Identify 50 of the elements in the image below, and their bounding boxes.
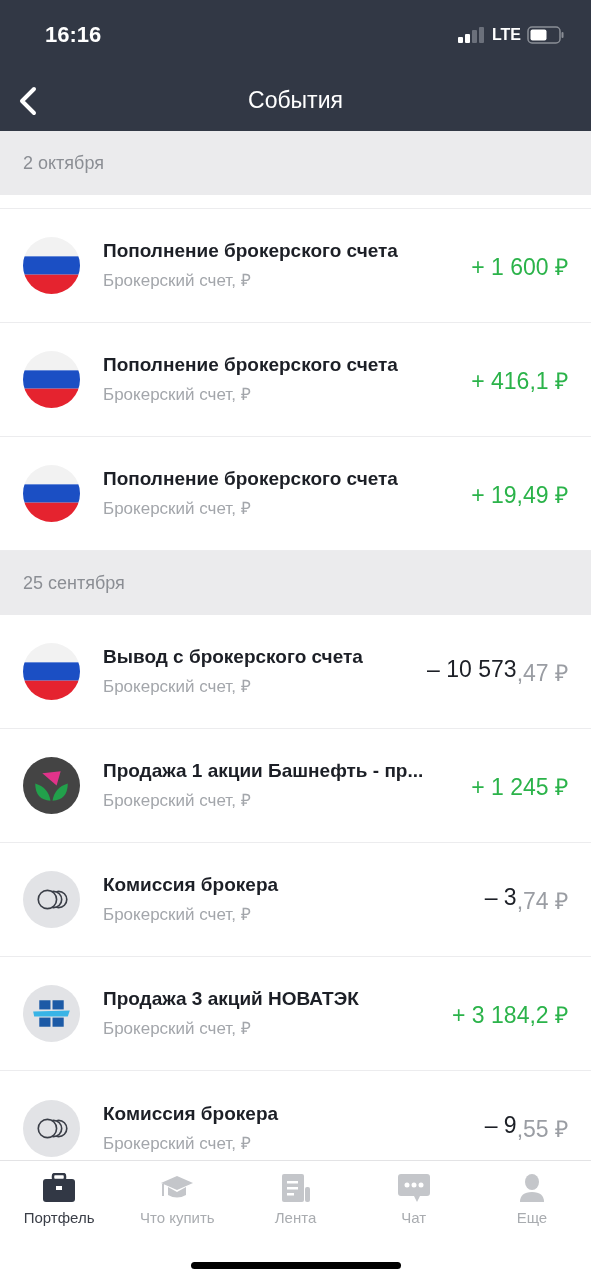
chat-bubble-icon — [396, 1173, 431, 1203]
blocks-logo-icon — [23, 985, 80, 1042]
account-label: Брокерский счет, ₽ — [103, 1018, 252, 1039]
event-row[interactable]: Пополнение брокерского счета Брокерский счет, ₽ + 416,1 ₽ — [0, 323, 591, 437]
event-title: Продажа 1 акции Башнефть - пр... — [103, 760, 425, 782]
event-row[interactable]: Пополнение брокерского счета Брокерский счет, ₽ + 1 600 ₽ — [0, 209, 591, 323]
signal-icon — [457, 27, 486, 43]
event-row[interactable]: Комиссия брокера Брокерский счет, ₽ – 9,55 ₽ — [0, 1071, 591, 1160]
tulip-logo-icon — [23, 757, 80, 814]
event-row[interactable]: Продажа 1 акции Башнефть - пр... Брокерский счет, ₽ + 1 245 ₽ — [0, 729, 591, 843]
account-label: Брокерский счет, ₽ — [103, 384, 252, 405]
account-label: Брокерский счет, ₽ — [103, 676, 252, 697]
event-title: Пополнение брокерского счета — [103, 468, 399, 490]
event-row[interactable]: Комиссия брокера Брокерский счет, ₽ – 3,74 ₽ — [0, 843, 591, 957]
coins-icon — [23, 1099, 80, 1157]
battery-icon — [527, 26, 565, 44]
coins-icon — [23, 871, 80, 928]
amount: + 1 245 ₽ — [471, 772, 568, 802]
account-label: Брокерский счет, ₽ — [103, 498, 252, 519]
event-title: Продажа 3 акций НОВАТЭК — [103, 988, 360, 1010]
event-title: Пополнение брокерского счета — [103, 240, 399, 262]
tab-bar-item[interactable]: Портфель — [0, 1173, 119, 1226]
flag-icon — [23, 643, 80, 700]
amount: + 3 184,2 ₽ — [452, 1000, 568, 1030]
back-button[interactable] — [18, 86, 38, 116]
account-label: Брокерский счет, ₽ — [103, 270, 252, 291]
event-title: Комиссия брокера — [103, 874, 280, 896]
event-title: Вывод с брокерского счета — [103, 646, 364, 668]
amount: – 10 573,47 ₽ — [427, 655, 568, 688]
amount: + 416,1 ₽ — [471, 366, 568, 396]
event-title: Пополнение брокерского счета — [103, 354, 399, 376]
event-row[interactable]: Вывод с брокерского счета Брокерский счет, ₽ – 10 573,47 ₽ — [0, 615, 591, 729]
date-header: 2 октября — [0, 131, 591, 195]
event-title: Комиссия брокера — [103, 1102, 280, 1125]
flag-icon — [23, 465, 80, 522]
account-label: Брокерский счет, ₽ — [103, 904, 252, 925]
network-label: LTE — [491, 26, 521, 44]
status-time: 16:16 — [45, 22, 102, 48]
screen-title: События — [248, 87, 343, 114]
amount: + 19,49 ₽ — [471, 480, 568, 510]
account-label: Брокерский счет, ₽ — [103, 790, 252, 811]
amount: – 9,55 ₽ — [484, 1112, 568, 1144]
amount: + 1 600 ₽ — [471, 252, 568, 282]
briefcase-icon — [42, 1173, 77, 1203]
date-header: 25 сентября — [0, 551, 591, 615]
amount: – 3,74 ₽ — [484, 883, 568, 916]
event-row[interactable]: Продажа 3 акций НОВАТЭК Брокерский счет, ₽ + 3 184,2 ₽ — [0, 957, 591, 1071]
flag-icon — [23, 351, 80, 408]
account-label: Брокерский счет, ₽ — [103, 1132, 252, 1154]
flag-icon — [23, 237, 80, 294]
